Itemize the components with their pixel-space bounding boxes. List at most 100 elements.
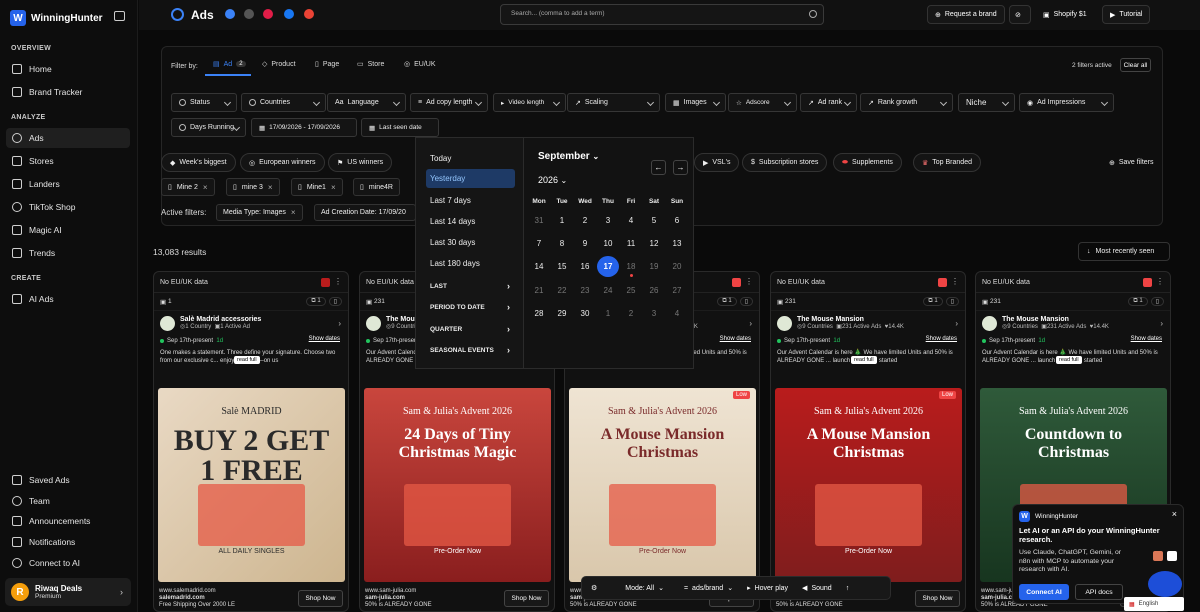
filter-status[interactable]: Status xyxy=(171,93,237,112)
tiktok-platform-icon[interactable] xyxy=(244,9,254,19)
preset-today[interactable]: Today xyxy=(430,154,451,163)
settings-button[interactable]: ⚙ xyxy=(591,584,597,592)
calendar-day[interactable]: 1 xyxy=(551,216,573,225)
calendar-day[interactable]: 16 xyxy=(574,262,596,271)
saved-filter-mine3[interactable]: ▯ mine 3 × xyxy=(226,178,280,196)
meta-icon[interactable] xyxy=(225,9,235,19)
tab-ad[interactable]: ▤ Ad 2 xyxy=(213,60,246,68)
read-full-button[interactable]: read full xyxy=(1056,356,1082,364)
ad-creative-image[interactable]: Salè MADRID BUY 2 GET 1 FREE ALL DAILY S… xyxy=(158,388,345,582)
copy-icon[interactable]: ⧉ 1 xyxy=(306,297,326,306)
calendar-day[interactable]: 12 xyxy=(643,239,665,248)
save-icon[interactable]: ▯ xyxy=(739,297,753,306)
calendar-day[interactable]: 17 xyxy=(597,256,619,277)
calendar-day[interactable]: 2 xyxy=(620,309,642,318)
preset-subscription-stores[interactable]: $ Subscription stores xyxy=(742,153,828,172)
ad-card[interactable]: No EU/UK data ⋮ ▣ 231 ⧉ 1▯ The Mouse Man… xyxy=(770,271,966,612)
saved-filter-mine4r[interactable]: ▯ mine4R xyxy=(353,178,400,196)
preset-last-7[interactable]: Last 7 days xyxy=(430,196,471,205)
preset-top-branded[interactable]: ♛ Top Branded xyxy=(913,153,981,172)
show-dates-link[interactable]: Show dates xyxy=(720,336,751,342)
calendar-day[interactable]: 28 xyxy=(528,309,550,318)
calendar-day[interactable]: 20 xyxy=(666,262,688,271)
shop-now-button[interactable]: Shop Now xyxy=(915,590,960,607)
shop-now-button[interactable]: Shop Now xyxy=(504,590,549,607)
preset-last-14[interactable]: Last 14 days xyxy=(430,217,475,226)
calendar-day[interactable]: 26 xyxy=(643,286,665,295)
calendar-day[interactable]: 31 xyxy=(528,216,550,225)
filter-scaling[interactable]: ↗ Scaling xyxy=(567,93,660,112)
shop-now-button[interactable]: Shop Now xyxy=(298,590,343,607)
sidebar-item-team[interactable]: Team xyxy=(6,491,130,511)
calendar-day[interactable]: 30 xyxy=(574,309,596,318)
calendar-day[interactable]: 10 xyxy=(597,239,619,248)
filter-ad-creation-date[interactable]: ▦ 17/09/2026 - 17/09/2026 xyxy=(251,118,357,137)
sidebar-item-connect-ai[interactable]: Connect to AI xyxy=(6,553,130,573)
filter-last-seen-date[interactable]: ▦ Last seen date xyxy=(361,118,439,137)
preset-last-30[interactable]: Last 30 days xyxy=(430,238,475,247)
calendar-day[interactable]: 13 xyxy=(666,239,688,248)
advertiser[interactable]: The Mouse Mansion ◎9 Countries ▣231 Acti… xyxy=(771,311,965,335)
preset-yesterday[interactable]: Yesterday xyxy=(426,169,515,188)
sound-toggle[interactable]: ◀ Sound xyxy=(802,584,832,593)
brand[interactable]: W WinningHunter xyxy=(10,10,103,26)
save-icon[interactable]: ▯ xyxy=(1150,297,1164,306)
tab-page[interactable]: ▯ Page xyxy=(315,60,339,69)
google-icon[interactable] xyxy=(304,9,314,19)
sidebar-item-landers[interactable]: Landers xyxy=(6,174,130,194)
remove-icon[interactable]: × xyxy=(268,183,273,192)
calendar-day[interactable]: 21 xyxy=(528,286,550,295)
tutorial-button[interactable]: ▶ Tutorial xyxy=(1102,5,1151,24)
ad-creative-image[interactable]: Sam & Julia's Advent 2026 A Mouse Mansio… xyxy=(775,388,962,582)
copy-icon[interactable]: ⧉ 1 xyxy=(1128,297,1148,306)
preset-vsls[interactable]: ▶ VSL's xyxy=(694,153,740,172)
submenu-quarter[interactable]: QUARTER xyxy=(430,324,510,334)
calendar-day[interactable]: 24 xyxy=(597,286,619,295)
read-full-button[interactable]: read full xyxy=(234,356,260,364)
saved-filter-mine1[interactable]: ▯ Mine1 × xyxy=(291,178,343,196)
calendar-day[interactable]: 3 xyxy=(597,216,619,225)
scroll-top-button[interactable]: ↑ xyxy=(846,585,850,592)
filter-video-length[interactable]: ▸ Video length xyxy=(493,93,566,112)
calendar-day[interactable]: 3 xyxy=(643,309,665,318)
calendar-day[interactable]: 25 xyxy=(620,286,642,295)
sidebar-item-stores[interactable]: Stores xyxy=(6,151,130,171)
filter-days-running[interactable]: Days Running xyxy=(171,118,246,137)
calendar-day[interactable]: 19 xyxy=(643,262,665,271)
filter-language[interactable]: Aa Language xyxy=(327,93,406,112)
remove-filter-icon[interactable]: × xyxy=(291,208,296,217)
user-account[interactable]: R Riwaq Deals Premium › xyxy=(5,578,131,606)
eye-off-button[interactable]: ⊘ xyxy=(1009,5,1031,24)
calendar-day[interactable]: 15 xyxy=(551,262,573,271)
sidebar-item-trends[interactable]: Trends xyxy=(6,243,130,263)
more-icon[interactable]: ⋮ xyxy=(1156,277,1164,286)
pinterest-icon[interactable] xyxy=(263,9,273,19)
advertiser[interactable]: Salè Madrid accessories ◎1 Country ▣1 Ac… xyxy=(154,311,348,335)
sidebar-item-ads[interactable]: Ads xyxy=(6,128,130,148)
close-icon[interactable]: × xyxy=(1172,509,1177,519)
preset-last-180[interactable]: Last 180 days xyxy=(430,259,480,268)
api-docs-button[interactable]: API docs xyxy=(1075,584,1123,600)
sidebar-collapse-icon[interactable] xyxy=(114,11,125,21)
calendar-day[interactable]: 18 xyxy=(620,262,642,271)
calendar-day[interactable]: 6 xyxy=(666,216,688,225)
sidebar-item-ai-ads[interactable]: AI Ads xyxy=(6,289,130,309)
filter-rank-growth[interactable]: ↗ Rank growth xyxy=(860,93,953,112)
preset-weeks-biggest[interactable]: ◆ Week's biggest xyxy=(161,153,236,172)
preset-european-winners[interactable]: ◎ European winners xyxy=(240,153,325,172)
show-dates-link[interactable]: Show dates xyxy=(1131,336,1162,342)
calendar-day[interactable]: 1 xyxy=(597,309,619,318)
filter-countries[interactable]: Countries xyxy=(241,93,326,112)
calendar-day[interactable]: 5 xyxy=(643,216,665,225)
prev-month-button[interactable]: ← xyxy=(651,160,666,175)
active-filter-media-type[interactable]: Media Type: Images × xyxy=(216,204,303,221)
save-icon[interactable]: ▯ xyxy=(328,297,342,306)
ad-creative-image[interactable]: Sam & Julia's Advent 2026 A Mouse Mansio… xyxy=(569,388,756,582)
sidebar-item-home[interactable]: Home xyxy=(6,59,130,79)
filter-ad-copy-length[interactable]: ≡ Ad copy length xyxy=(410,93,488,112)
read-full-button[interactable]: read full xyxy=(851,356,877,364)
search-input[interactable]: Search... (comma to add a term) xyxy=(500,4,824,25)
submenu-last[interactable]: LAST xyxy=(430,281,510,291)
calendar-day[interactable]: 4 xyxy=(666,309,688,318)
chat-icon[interactable] xyxy=(1148,571,1182,597)
